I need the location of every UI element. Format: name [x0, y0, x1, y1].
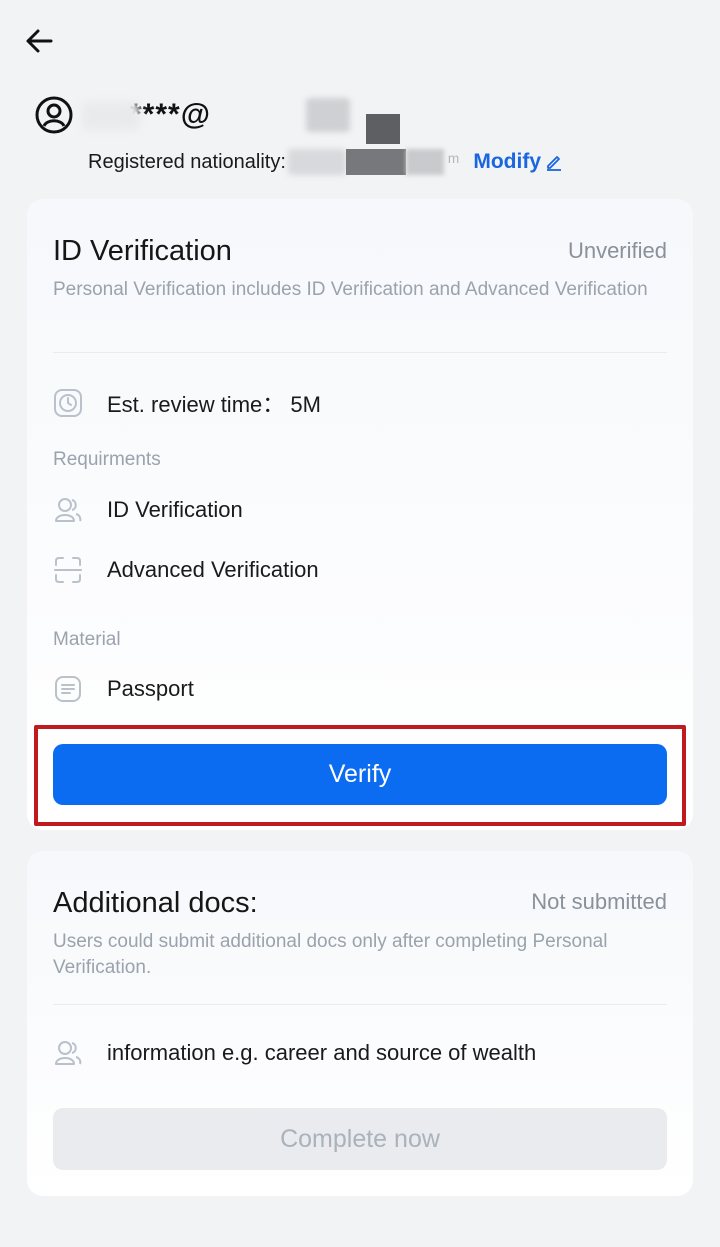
material-item: Passport	[53, 671, 194, 707]
nationality-row: Registered nationality: ᵐ Modify	[88, 146, 563, 178]
complete-now-button[interactable]: Complete now	[53, 1108, 667, 1170]
nationality-label: Registered nationality:	[88, 150, 286, 173]
requirement-label: ID Verification	[107, 497, 243, 522]
modify-link[interactable]: Modify	[473, 150, 563, 174]
requirement-item: ID Verification	[53, 492, 243, 528]
redaction-blur	[82, 102, 140, 130]
document-icon	[55, 676, 81, 702]
card-description: Users could submit additional docs only …	[53, 931, 608, 978]
card-description: Personal Verification includes ID Verifi…	[53, 279, 648, 300]
docs-info-row: information e.g. career and source of we…	[53, 1035, 536, 1071]
material-text: Passport	[107, 676, 194, 701]
account-email: ****@	[82, 94, 400, 144]
requirement-item: Advanced Verification	[53, 552, 319, 588]
arrow-left-icon	[26, 29, 53, 53]
nationality-tail: ᵐ	[447, 150, 460, 173]
redaction-blur	[306, 98, 350, 132]
status-badge: Unverified	[567, 238, 667, 263]
status-badge: Not submitted	[531, 889, 667, 914]
clock-icon	[54, 389, 82, 417]
users-icon	[55, 1041, 82, 1065]
users-icon	[55, 498, 82, 522]
material-label: Material	[53, 629, 121, 650]
divider	[53, 1004, 667, 1005]
docs-info-text: information e.g. career and source of we…	[107, 1040, 537, 1065]
pencil-icon	[547, 156, 562, 171]
back-button[interactable]	[22, 24, 56, 58]
card-title: ID Verification	[53, 235, 232, 267]
id-verification-card: ID Verification Unverified Personal Veri…	[27, 199, 693, 830]
requirements-label: Requirments	[53, 449, 161, 470]
nationality-redacted	[287, 147, 448, 177]
divider	[53, 352, 667, 353]
email-masked-text: ****@	[130, 98, 211, 131]
card-title: Additional docs:	[53, 887, 258, 919]
user-circle-icon	[35, 96, 73, 134]
review-time-text: Est. review time： 5M	[107, 392, 321, 417]
account-row: ****@	[34, 94, 400, 144]
modify-label: Modify	[473, 150, 542, 173]
verify-button[interactable]: Verify	[53, 744, 667, 805]
redaction-block	[366, 114, 400, 144]
requirement-label: Advanced Verification	[107, 557, 319, 582]
additional-docs-card: Additional docs: Not submitted Users cou…	[27, 851, 693, 1196]
review-time-row: Est. review time： 5M	[53, 385, 321, 421]
scan-frame-icon	[54, 557, 82, 583]
